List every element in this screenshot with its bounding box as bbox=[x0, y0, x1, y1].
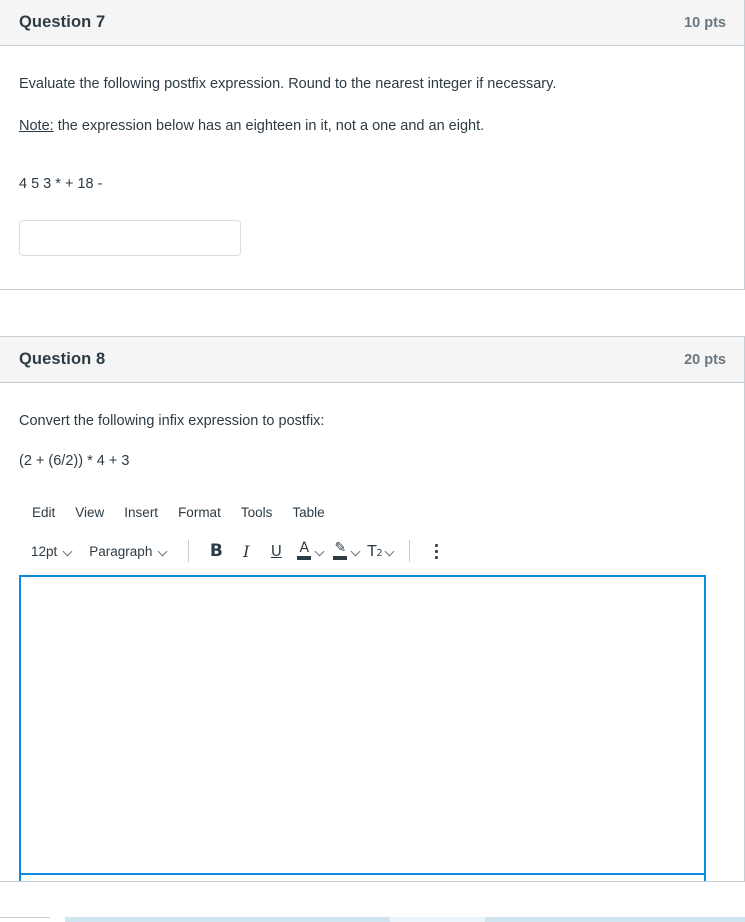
question-7-header: Question 7 10 pts bbox=[0, 0, 744, 46]
rich-content-editor: Edit View Insert Format Tools Table 12pt… bbox=[19, 499, 725, 882]
bottom-strip-left bbox=[0, 917, 50, 922]
question-7-prompt: Evaluate the following postfix expressio… bbox=[19, 76, 557, 92]
block-format-select[interactable]: Paragraph bbox=[81, 540, 176, 563]
editor-toolbar: 12pt Paragraph B I U A ✎ T 2 bbox=[19, 533, 725, 569]
chevron-down-icon bbox=[64, 547, 73, 556]
menu-item-view[interactable]: View bbox=[66, 502, 113, 523]
font-size-select[interactable]: 12pt bbox=[23, 540, 81, 563]
kebab-dot bbox=[435, 549, 439, 553]
chevron-down-icon[interactable] bbox=[386, 547, 395, 556]
bottom-strip-gap bbox=[50, 917, 65, 922]
toolbar-divider bbox=[188, 540, 190, 563]
superscript-icon: T2 bbox=[365, 542, 384, 560]
menu-item-format[interactable]: Format bbox=[169, 502, 230, 523]
kebab-dot bbox=[435, 543, 439, 547]
question-7-bottom-spacer bbox=[19, 256, 725, 289]
question-7-answer-input[interactable] bbox=[19, 220, 241, 257]
question-7-note: Note: the expression below has an eighte… bbox=[19, 95, 725, 137]
question-8-header: Question 8 20 pts bbox=[0, 337, 744, 384]
editor-menubar: Edit View Insert Format Tools Table bbox=[19, 499, 725, 525]
marker-pen-glyph: ✎ bbox=[334, 540, 347, 557]
question-7-points: 10 pts bbox=[684, 14, 726, 31]
highlight-color-button[interactable]: ✎ bbox=[327, 538, 363, 564]
highlight-color-swatch bbox=[333, 556, 348, 561]
question-8-title: Question 8 bbox=[19, 350, 106, 369]
text-color-swatch bbox=[297, 556, 312, 561]
menu-item-table[interactable]: Table bbox=[283, 502, 333, 523]
question-7-note-label: Note: bbox=[19, 118, 54, 135]
question-8-body: Convert the following infix expression t… bbox=[0, 383, 744, 882]
menu-item-edit[interactable]: Edit bbox=[23, 502, 64, 523]
bottom-strip-bar-2 bbox=[390, 917, 485, 922]
superscript-base: T bbox=[367, 542, 377, 561]
more-options-icon[interactable] bbox=[424, 537, 450, 565]
superscript-exponent: 2 bbox=[376, 548, 383, 560]
toolbar-divider bbox=[408, 540, 410, 563]
question-card-8: Question 8 20 pts Convert the following … bbox=[0, 336, 745, 883]
question-7-note-text: the expression below has an eighteen in … bbox=[53, 118, 485, 135]
chevron-down-icon[interactable] bbox=[316, 547, 325, 556]
superscript-button[interactable]: T2 bbox=[363, 542, 396, 560]
font-size-value: 12pt bbox=[31, 543, 58, 559]
block-format-value: Paragraph bbox=[89, 543, 153, 559]
question-7-expression: 4 5 3 * + 18 - bbox=[19, 176, 103, 193]
bottom-strip-bar-3 bbox=[485, 917, 745, 922]
menu-item-tools[interactable]: Tools bbox=[232, 502, 282, 523]
menu-item-insert[interactable]: Insert bbox=[115, 502, 167, 523]
bottom-strip-bar-1 bbox=[65, 917, 390, 922]
editor-statusbar bbox=[19, 875, 706, 882]
card-gap bbox=[0, 290, 745, 336]
question-card-7: Question 7 10 pts Evaluate the following… bbox=[0, 0, 745, 291]
question-8-prompt: Convert the following infix expression t… bbox=[19, 413, 325, 430]
editor-body[interactable] bbox=[19, 575, 706, 876]
bold-button[interactable]: B bbox=[201, 537, 231, 565]
question-7-title: Question 7 bbox=[19, 13, 106, 31]
question-8-expression: (2 + (6/2)) * 4 + 3 bbox=[19, 453, 130, 470]
text-color-letter: A bbox=[299, 540, 310, 557]
bottom-clipped-strip bbox=[0, 914, 745, 922]
underline-button[interactable]: U bbox=[261, 537, 291, 565]
italic-button[interactable]: I bbox=[231, 537, 261, 565]
marker-pen-icon: ✎ bbox=[329, 538, 351, 564]
question-7-body: Evaluate the following postfix expressio… bbox=[0, 46, 744, 289]
chevron-down-icon[interactable] bbox=[352, 547, 361, 556]
text-color-icon: A bbox=[293, 538, 315, 564]
question-8-points: 20 pts bbox=[684, 351, 726, 368]
kebab-dot bbox=[435, 555, 439, 559]
text-color-button[interactable]: A bbox=[291, 538, 327, 564]
chevron-down-icon bbox=[159, 547, 168, 556]
